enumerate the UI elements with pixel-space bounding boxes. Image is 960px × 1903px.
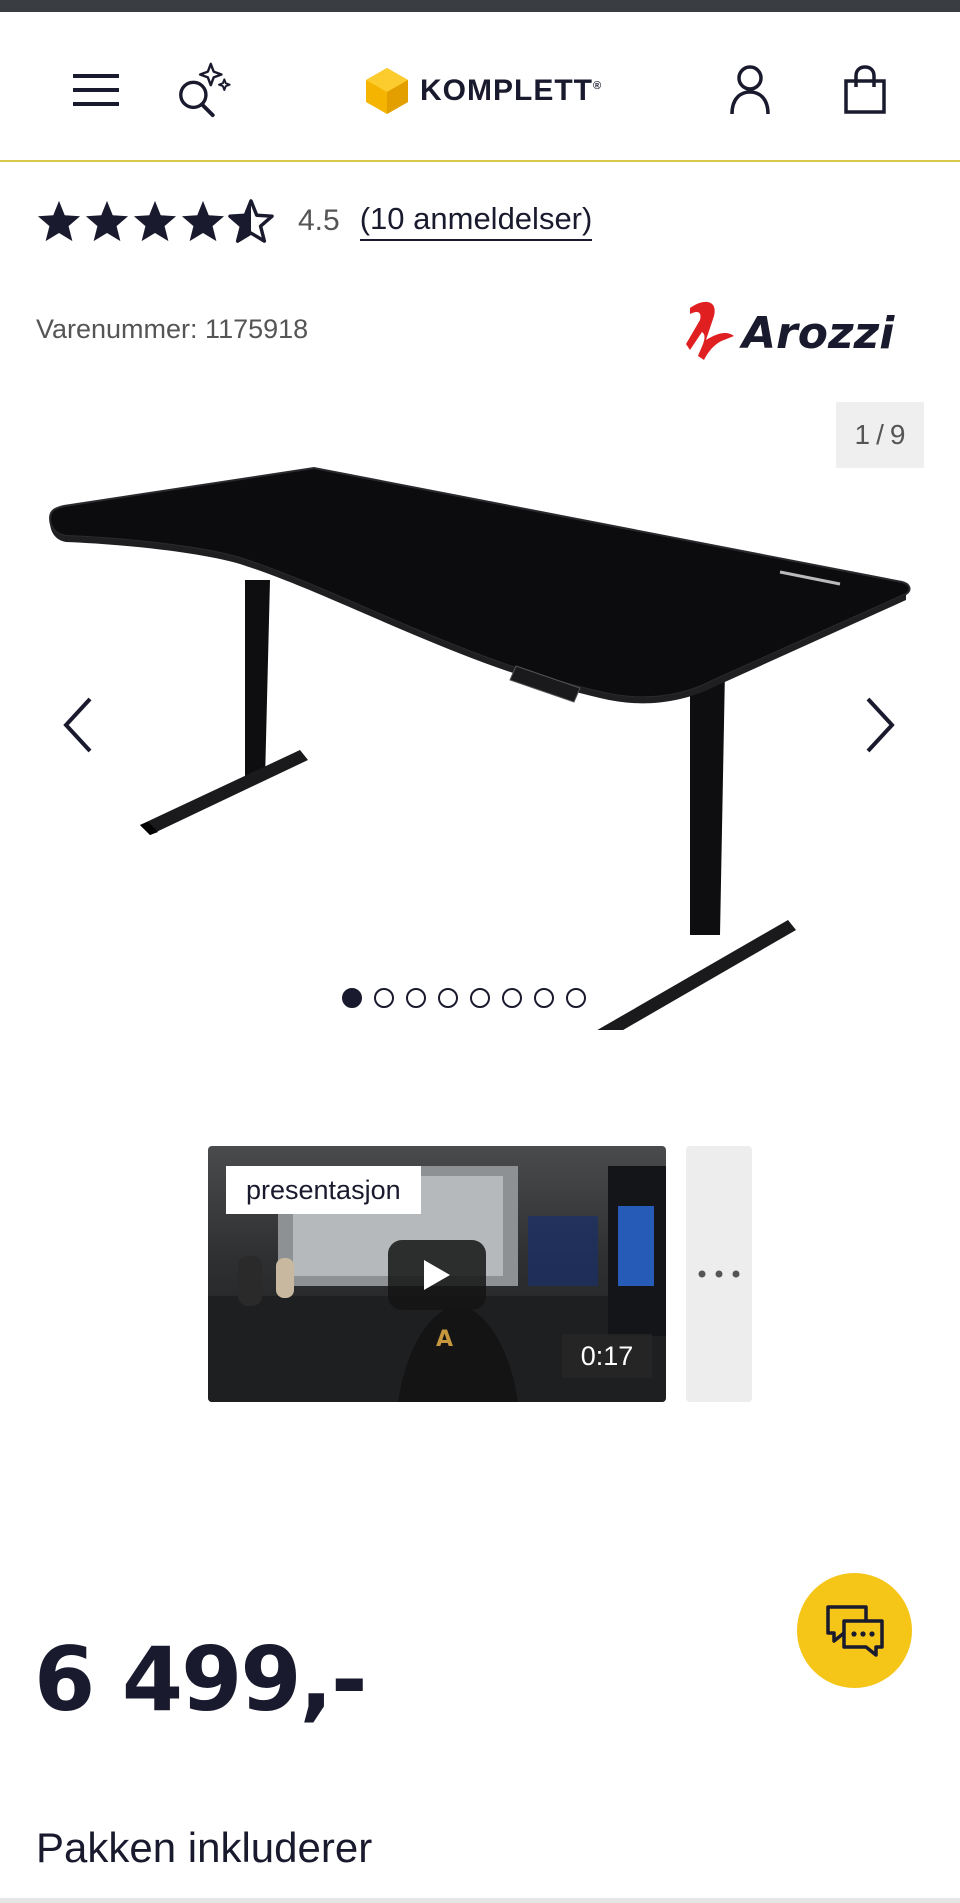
star-full-icon (37, 200, 81, 242)
package-title: Pakken inkluderer (36, 1824, 373, 1871)
play-button[interactable] (388, 1240, 486, 1310)
user-icon (730, 65, 770, 115)
gallery-prev-button[interactable] (48, 690, 108, 760)
site-header: KOMPLETT® (0, 12, 960, 162)
gallery-dot[interactable] (342, 988, 362, 1008)
rating-value: 4.5 (298, 204, 340, 237)
shopping-bag-icon (844, 65, 886, 114)
arozzi-brand-logo[interactable]: Arozzi (680, 290, 925, 370)
chat-icon (825, 1604, 884, 1657)
chat-button[interactable] (797, 1573, 912, 1688)
image-counter: 1 / 9 (836, 402, 924, 468)
counter-current: 1 (854, 419, 871, 450)
gallery-dot[interactable] (406, 988, 426, 1008)
svg-text:Arozzi: Arozzi (739, 308, 895, 359)
komplett-logo[interactable]: KOMPLETT® (364, 56, 602, 126)
menu-button[interactable] (66, 60, 126, 120)
gallery-dot[interactable] (566, 988, 586, 1008)
star-full-icon (85, 200, 129, 242)
gallery-dot[interactable] (438, 988, 458, 1008)
account-button[interactable] (720, 60, 780, 120)
rating-row: 4.5 (10 anmeldelser) (36, 196, 593, 246)
chevron-right-icon (866, 697, 895, 753)
gallery-dot[interactable] (534, 988, 554, 1008)
gallery-dot[interactable] (374, 988, 394, 1008)
gallery-dots (342, 988, 586, 1008)
menu-icon (73, 74, 119, 106)
chevron-left-icon (63, 697, 92, 753)
section-divider (0, 1898, 960, 1903)
gallery-dot[interactable] (470, 988, 490, 1008)
star-full-icon (181, 200, 225, 242)
gallery-dot[interactable] (502, 988, 522, 1008)
product-price: 6 499,- (34, 1628, 368, 1731)
counter-total: 9 (889, 419, 906, 450)
video-label: presentasjon (226, 1166, 421, 1214)
more-dots-icon (698, 1270, 740, 1278)
ai-search-button[interactable] (174, 60, 234, 120)
product-image-desk[interactable] (40, 430, 920, 1030)
komplett-wordmark: KOMPLETT® (420, 74, 603, 107)
reviews-link[interactable]: (10 anmeldelser) (359, 201, 593, 241)
cart-button[interactable] (835, 60, 895, 120)
rating-stars (36, 199, 274, 243)
gallery-next-button[interactable] (850, 690, 910, 760)
ai-search-icon (179, 62, 231, 118)
status-strip (0, 0, 960, 12)
more-media-button[interactable] (686, 1146, 752, 1402)
svg-text:A: A (436, 1327, 453, 1352)
product-gallery: 1 / 9 (0, 390, 960, 1040)
play-icon (424, 1260, 450, 1290)
video-duration: 0:17 (562, 1334, 652, 1378)
counter-separator: / (876, 419, 884, 450)
star-full-icon (133, 200, 177, 242)
komplett-logo-mark (366, 68, 408, 114)
star-half-icon (228, 199, 274, 243)
video-thumbnail[interactable]: A presentasjon 0:17 (208, 1146, 666, 1402)
sku-label: Varenummer: 1175918 (36, 314, 309, 344)
